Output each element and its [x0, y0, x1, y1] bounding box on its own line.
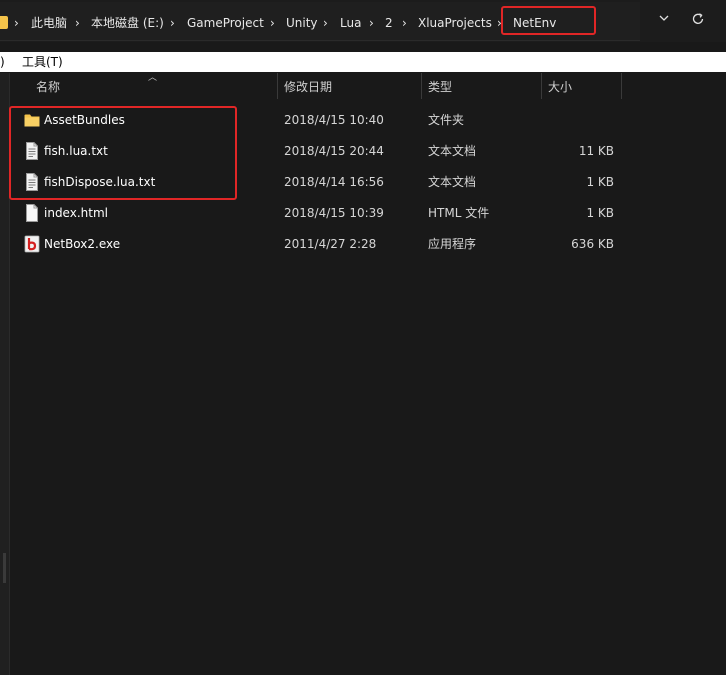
breadcrumb-separator[interactable]: ›: [75, 15, 80, 31]
html-file-icon: [26, 204, 38, 222]
breadcrumb-item-xluaprojects[interactable]: XluaProjects: [418, 15, 492, 31]
file-name: NetBox2.exe: [44, 237, 121, 251]
file-size: 1 KB: [586, 175, 614, 189]
column-header-type[interactable]: 类型: [428, 78, 452, 96]
breadcrumb-item-unity[interactable]: Unity: [286, 15, 318, 31]
chevron-down-icon[interactable]: [655, 12, 673, 30]
file-size: [542, 112, 614, 128]
folder-icon: [0, 16, 8, 29]
file-type: 应用程序: [428, 237, 477, 251]
exe-icon: [24, 235, 40, 253]
breadcrumb-item-2[interactable]: 2: [385, 15, 393, 31]
breadcrumb-separator[interactable]: ›: [369, 15, 374, 31]
column-divider[interactable]: [421, 73, 422, 99]
file-date: 2018/4/15 10:40: [284, 113, 384, 127]
table-row[interactable]: NetBox2.exe 2011/4/27 2:28 应用程序 636 KB: [0, 229, 726, 259]
column-divider[interactable]: [277, 73, 278, 99]
refresh-icon[interactable]: [689, 12, 707, 30]
breadcrumb-separator[interactable]: ›: [323, 15, 328, 31]
column-header-date[interactable]: 修改日期: [284, 78, 332, 96]
file-type: 文件夹: [428, 113, 465, 127]
breadcrumb-item-gameproject[interactable]: GameProject: [187, 15, 264, 31]
file-type: HTML 文件: [428, 206, 490, 220]
menu-item-tools[interactable]: 工具(T): [22, 55, 63, 69]
column-header-size[interactable]: 大小: [548, 78, 572, 96]
breadcrumb-item-this-pc[interactable]: 此电脑: [31, 15, 67, 31]
file-type: 文本文档: [428, 144, 477, 158]
file-size: 1 KB: [586, 206, 614, 220]
menu-item-partial[interactable]: ): [0, 55, 5, 69]
file-date: 2018/4/15 20:44: [284, 144, 384, 158]
file-size: 636 KB: [571, 237, 614, 251]
breadcrumb-item-lua[interactable]: Lua: [340, 15, 361, 31]
column-divider[interactable]: [541, 73, 542, 99]
breadcrumb-separator[interactable]: ›: [402, 15, 407, 31]
file-date: 2018/4/14 16:56: [284, 175, 384, 189]
sort-ascending-icon: ︿: [148, 73, 158, 83]
scrollbar-thumb[interactable]: [3, 553, 6, 583]
breadcrumb-separator[interactable]: ›: [270, 15, 275, 31]
breadcrumb-separator: ›: [14, 16, 19, 30]
file-type: 文本文档: [428, 175, 477, 189]
breadcrumb-separator[interactable]: ›: [170, 15, 175, 31]
column-header-name[interactable]: 名称: [36, 78, 60, 96]
netenv-highlight-box: [501, 6, 596, 35]
address-bar-area: › 此电脑 › 本地磁盘 (E:) › GameProject › Unity …: [0, 0, 726, 42]
table-row[interactable]: index.html 2018/4/15 10:39 HTML 文件 1 KB: [0, 198, 726, 228]
file-date: 2011/4/27 2:28: [284, 237, 377, 251]
file-name: index.html: [44, 206, 108, 220]
menu-bar: ) 工具(T): [0, 52, 726, 72]
breadcrumb-item-local-disk[interactable]: 本地磁盘 (E:): [91, 15, 164, 31]
column-divider[interactable]: [621, 73, 622, 99]
file-date: 2018/4/15 10:39: [284, 206, 384, 220]
files-highlight-box: [9, 106, 237, 200]
file-size: 11 KB: [578, 144, 614, 158]
